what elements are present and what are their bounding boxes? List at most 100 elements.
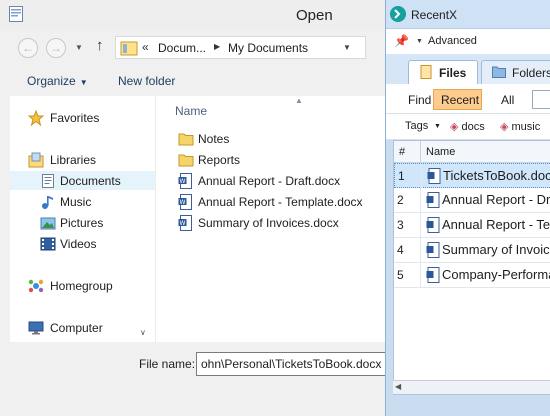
address-overflow-chevrons[interactable]: « xyxy=(142,40,149,54)
row-number: 4 xyxy=(397,243,404,257)
column-header-number[interactable]: # xyxy=(399,146,405,158)
tag-music[interactable]: ◈ music xyxy=(500,120,540,133)
column-header-name[interactable]: Name xyxy=(175,104,207,118)
nav-label: Documents xyxy=(60,174,121,188)
list-item[interactable]: W Annual Report - Draft.docx xyxy=(174,171,384,191)
recentx-title: RecentX xyxy=(411,8,458,22)
recent-filter-button[interactable]: Recent xyxy=(433,89,482,110)
folder-icon xyxy=(178,154,194,167)
address-separator-icon[interactable]: ▶ xyxy=(214,42,220,51)
folder-icon xyxy=(492,66,506,78)
new-folder-button[interactable]: New folder xyxy=(118,74,175,88)
folder-icon xyxy=(120,41,138,56)
tab-files[interactable]: Files xyxy=(408,60,478,84)
command-toolbar: Organize ▼ New folder xyxy=(0,66,390,96)
nav-item-libraries[interactable]: Libraries xyxy=(10,150,155,169)
nav-label: Computer xyxy=(50,321,103,335)
tab-label: Files xyxy=(439,66,467,80)
address-bar-row: ← → ▼ ↑ « Docum... ▶ My Documents ▼ xyxy=(0,30,390,66)
word-document-icon: W xyxy=(178,194,192,210)
row-number: 1 xyxy=(398,169,405,183)
row-number: 5 xyxy=(397,268,404,282)
tag-label: docs xyxy=(461,121,485,133)
file-name: Summary of Invoices xyxy=(442,242,550,257)
svg-text:W: W xyxy=(180,199,186,206)
nav-item-computer[interactable]: Computer xyxy=(10,318,155,337)
nav-item-documents[interactable]: Documents xyxy=(10,171,155,190)
address-dropdown-icon[interactable]: ▼ xyxy=(343,43,351,52)
up-button[interactable]: ↑ xyxy=(96,37,104,54)
address-segment[interactable]: My Documents xyxy=(228,41,308,55)
word-document-icon: W xyxy=(178,215,192,231)
svg-text:W: W xyxy=(180,220,186,227)
table-row[interactable]: 2 Annual Report - Draft xyxy=(394,188,550,213)
chevron-down-icon[interactable]: ▼ xyxy=(416,38,423,45)
tab-label: Folders xyxy=(512,66,550,80)
scroll-left-icon[interactable]: ◀ xyxy=(395,382,401,391)
recentx-panel: RecentX 📌 ▼ Advanced Files Folders Find … xyxy=(385,0,550,416)
pin-icon[interactable]: 📌 xyxy=(394,34,409,48)
nav-label: Favorites xyxy=(50,111,100,125)
organize-button[interactable]: Organize ▼ xyxy=(27,74,88,88)
list-item[interactable]: W Summary of Invoices.docx xyxy=(174,213,384,233)
tag-label: music xyxy=(511,121,541,133)
back-button[interactable]: ← xyxy=(18,38,38,58)
word-document-icon xyxy=(426,217,440,233)
column-divider[interactable] xyxy=(420,141,421,163)
table-row[interactable]: 4 Summary of Invoices xyxy=(394,238,550,263)
address-segment[interactable]: Docum... xyxy=(158,41,206,55)
row-number: 3 xyxy=(397,218,404,232)
table-row[interactable]: 1 TicketsToBook.docx xyxy=(394,163,550,189)
recent-locations-dropdown[interactable]: ▼ xyxy=(75,43,83,52)
file-name: TicketsToBook.docx xyxy=(443,168,550,183)
list-item[interactable]: Reports xyxy=(174,150,384,170)
find-button[interactable]: Find xyxy=(408,93,431,107)
recentx-title-bar: RecentX xyxy=(386,0,550,28)
file-name: Summary of Invoices.docx xyxy=(198,216,339,230)
nav-label: Libraries xyxy=(50,153,97,167)
tags-bar: Tags ▼ ◈ docs ◈ music xyxy=(386,114,550,140)
file-name: Annual Report - Draft.docx xyxy=(198,174,341,188)
tab-folders[interactable]: Folders xyxy=(481,60,550,84)
file-icon xyxy=(420,65,432,79)
pictures-icon xyxy=(40,217,56,230)
scroll-down-icon[interactable]: ∨ xyxy=(140,328,146,337)
tags-menu-button[interactable]: Tags xyxy=(405,120,428,132)
nav-item-music[interactable]: Music xyxy=(10,192,155,211)
recent-files-table[interactable]: # Name 1 TicketsToBook.docx 2 Annual Rep… xyxy=(393,140,550,395)
forward-button[interactable]: → xyxy=(46,38,66,58)
address-box[interactable]: « Docum... ▶ My Documents ▼ xyxy=(115,36,366,59)
title-bar: Open xyxy=(0,0,390,30)
recentx-tab-strip: Files Folders xyxy=(386,54,550,84)
column-header-name[interactable]: Name xyxy=(426,146,455,158)
advanced-bar: 📌 ▼ Advanced xyxy=(386,28,550,54)
tag-docs[interactable]: ◈ docs xyxy=(450,120,485,133)
file-name: Annual Report - Template.docx xyxy=(198,195,363,209)
file-list-pane[interactable]: ▲ Name Notes Reports W Annual Report - D… xyxy=(155,96,385,342)
file-name: Notes xyxy=(198,132,230,146)
nav-item-pictures[interactable]: Pictures xyxy=(10,213,155,232)
svg-text:W: W xyxy=(180,178,186,185)
all-filter-button[interactable]: All xyxy=(501,93,514,107)
advanced-toggle[interactable]: Advanced xyxy=(428,35,477,47)
file-name: Annual Report - Template xyxy=(442,217,550,232)
nav-item-homegroup[interactable]: Homegroup xyxy=(10,276,155,295)
file-name: Company-Performance xyxy=(442,267,550,282)
nav-item-favorites[interactable]: Favorites xyxy=(10,108,155,127)
horizontal-scrollbar[interactable]: ◀ xyxy=(393,380,550,394)
table-row[interactable]: 5 Company-Performance xyxy=(394,263,550,288)
table-row[interactable]: 3 Annual Report - Template xyxy=(394,213,550,238)
nav-item-videos[interactable]: Videos xyxy=(10,234,155,253)
column-divider xyxy=(421,164,422,189)
filename-input[interactable]: ohn\Personal\TicketsToBook.docx xyxy=(196,352,386,376)
filename-value: ohn\Personal\TicketsToBook.docx xyxy=(201,357,382,371)
navigation-pane[interactable]: Favorites Libraries Documents Music Pict… xyxy=(10,96,155,342)
search-input[interactable] xyxy=(532,90,550,109)
list-item[interactable]: Notes xyxy=(174,129,384,149)
chevron-down-icon[interactable]: ▼ xyxy=(434,123,441,130)
file-name: Reports xyxy=(198,153,241,167)
sort-ascending-icon: ▲ xyxy=(295,96,303,105)
list-item[interactable]: W Annual Report - Template.docx xyxy=(174,192,384,212)
column-divider xyxy=(420,263,421,288)
word-document-icon xyxy=(426,192,440,208)
